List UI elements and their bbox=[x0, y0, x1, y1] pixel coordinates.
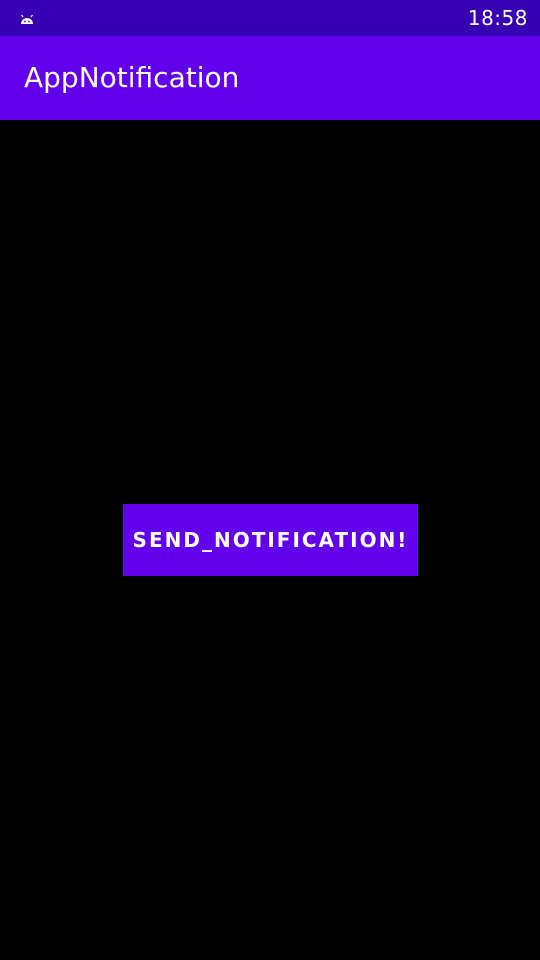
android-icon bbox=[19, 11, 35, 25]
app-bar: AppNotification bbox=[0, 36, 540, 120]
app-title: AppNotification bbox=[24, 61, 240, 94]
main-content: SEND_NOTIFICATION! bbox=[0, 120, 540, 960]
status-time: 18:58 bbox=[467, 6, 528, 30]
send-notification-button[interactable]: SEND_NOTIFICATION! bbox=[123, 504, 418, 576]
status-bar: 18:58 bbox=[0, 0, 540, 36]
